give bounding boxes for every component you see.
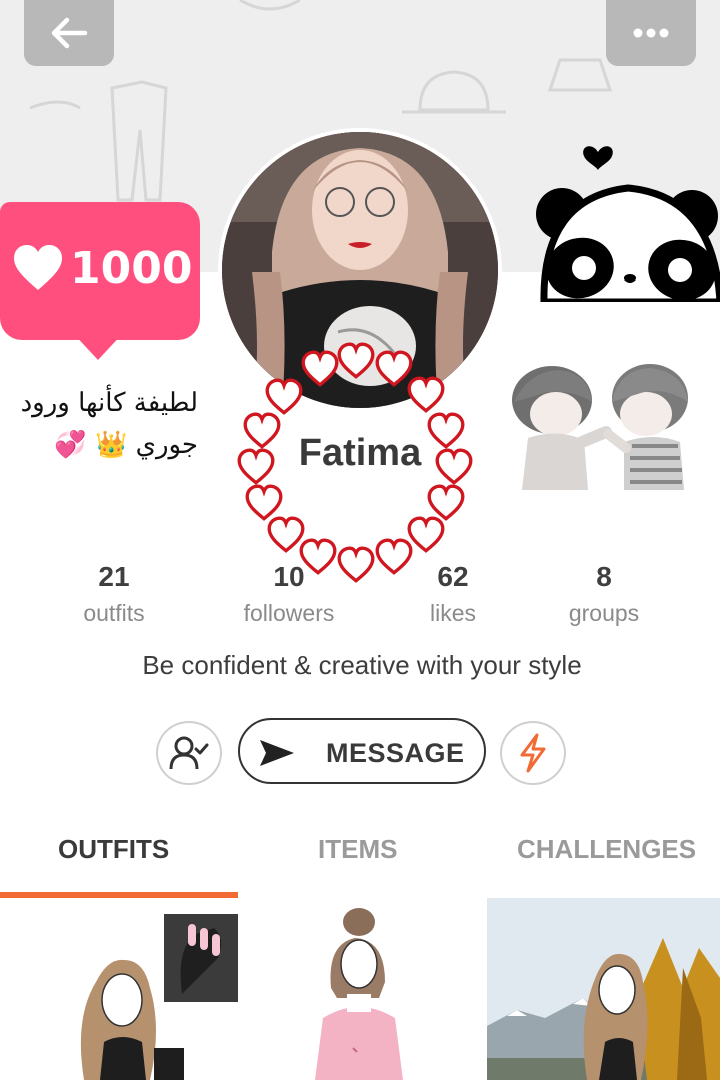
like-count-sticker: 1000 <box>0 202 200 360</box>
outfit-thumbnail[interactable] <box>243 898 481 1080</box>
tab-outfits[interactable]: OUTFITS <box>58 834 169 865</box>
lightning-icon <box>520 733 546 773</box>
outfit-preview-image <box>315 908 403 1080</box>
chibi-couple-sticker <box>512 364 688 490</box>
sticker-tail <box>72 332 124 360</box>
stat-outfits[interactable]: 21 outfits <box>39 560 189 628</box>
more-options-button[interactable] <box>606 0 696 66</box>
stat-followers[interactable]: 10 followers <box>214 560 364 628</box>
stat-label: followers <box>243 600 335 626</box>
more-dots-icon <box>633 28 669 38</box>
arabic-caption: لطيفة كأنها ورود جوري 👑 💞 <box>14 382 198 466</box>
like-count: 1000 <box>70 243 193 294</box>
stat-label: groups <box>568 600 640 626</box>
stat-groups[interactable]: 8 groups <box>529 560 679 628</box>
heart-icon <box>14 245 62 290</box>
arrow-left-icon <box>51 17 88 49</box>
follow-button[interactable] <box>156 721 222 785</box>
stat-value: 8 <box>596 561 612 592</box>
stat-likes[interactable]: 62 likes <box>378 560 528 628</box>
back-button[interactable] <box>24 0 114 66</box>
stat-label: outfits <box>83 600 145 626</box>
stat-value: 21 <box>98 561 130 592</box>
stat-label: likes <box>429 600 476 626</box>
outfit-preview-image <box>80 914 238 1080</box>
tab-challenges[interactable]: CHALLENGES <box>517 834 696 865</box>
outfit-thumbnail[interactable] <box>0 898 238 1080</box>
panda-sticker <box>536 146 720 302</box>
arabic-caption-line-2: جوري 👑 💞 <box>54 430 198 460</box>
profile-username: Fatima <box>298 432 422 474</box>
message-button[interactable]: MESSAGE <box>238 718 486 784</box>
message-button-label: MESSAGE <box>326 738 465 768</box>
user-check-icon <box>169 736 209 770</box>
send-icon <box>260 740 294 766</box>
stat-value: 62 <box>437 561 469 592</box>
outfit-thumbnail[interactable] <box>487 898 720 1080</box>
boost-button[interactable] <box>500 721 566 785</box>
arabic-caption-line-1: لطيفة كأنها ورود <box>20 388 198 418</box>
profile-bio: Be confident & creative with your style <box>142 650 582 680</box>
stat-value: 10 <box>273 561 305 592</box>
tab-items[interactable]: ITEMS <box>318 834 397 865</box>
outfit-preview-image <box>487 898 720 1080</box>
